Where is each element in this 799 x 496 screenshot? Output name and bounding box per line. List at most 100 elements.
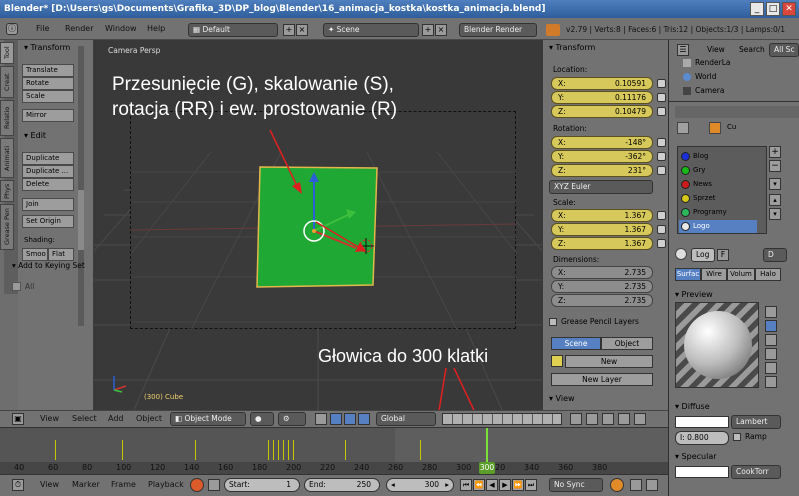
scene-selector[interactable]: ✦ Scene [323, 23, 419, 37]
material-link-selector[interactable]: D [763, 248, 787, 262]
mirror-button[interactable]: Mirror [22, 109, 74, 122]
diffuse-intensity-field[interactable]: I: 0.800 [675, 431, 729, 445]
specular-panel-header[interactable]: ▾ Specular [675, 452, 717, 461]
tab-create[interactable]: Creat [0, 66, 14, 98]
material-name-field[interactable]: Log [691, 248, 715, 262]
render-engine-selector[interactable]: Blender Render [459, 23, 537, 37]
join-button[interactable]: Join [22, 198, 74, 211]
properties-context-tabs[interactable] [675, 106, 799, 118]
preview-panel-header[interactable]: ▾ Preview [675, 290, 713, 299]
next-keyframe-icon[interactable]: ⏩ [512, 479, 524, 491]
outliner-display-mode[interactable]: All Sc [769, 43, 799, 57]
mode-selector[interactable]: ◧ Object Mode [170, 412, 246, 426]
move-up-icon[interactable]: ▴ [769, 194, 781, 206]
view-panel-header[interactable]: ▾ View [549, 394, 575, 403]
play-reverse-icon[interactable]: ◀ [486, 479, 498, 491]
material-sphere-icon[interactable] [675, 248, 687, 260]
material-slot-sprzet[interactable]: Sprzet [679, 192, 757, 205]
maximize-button[interactable]: □ [766, 2, 780, 16]
rotation-x-field[interactable]: X: -148° [551, 136, 653, 149]
manipulator-toggle-icon[interactable] [315, 413, 327, 425]
playhead-line[interactable] [486, 428, 488, 462]
outliner-editor-icon[interactable]: ☰ [677, 44, 689, 56]
shade-flat-button[interactable]: Flat [48, 248, 74, 261]
location-z-field[interactable]: Z: 0.10479 [551, 105, 653, 118]
lock-scale-x-icon[interactable] [657, 211, 666, 220]
set-origin-button[interactable]: Set Origin [22, 215, 74, 228]
keying-set-panel-header[interactable]: ▾ Add to Keying Set [12, 261, 85, 270]
play-icon[interactable]: ▶ [499, 479, 511, 491]
preview-monkey-icon[interactable] [765, 348, 777, 360]
scale-y-field[interactable]: Y: 1.367 [551, 223, 653, 236]
location-x-field[interactable]: X: 0.10591 [551, 77, 653, 90]
material-slot-news[interactable]: News [679, 178, 757, 191]
start-frame-field[interactable]: Start: 1 [224, 478, 300, 492]
translate-button[interactable]: Translate [22, 64, 74, 77]
auto-keying-icon[interactable] [610, 478, 624, 492]
preview-range-icon[interactable] [208, 479, 220, 491]
lock-location-x-icon[interactable] [657, 79, 666, 88]
rotation-z-field[interactable]: Z: 231° [551, 164, 653, 177]
outliner-item-renderlayers[interactable]: RenderLa [695, 58, 730, 67]
minimize-button[interactable]: _ [750, 2, 764, 16]
outliner-search-menu[interactable]: Search [739, 45, 765, 54]
end-frame-field[interactable]: End: 250 [304, 478, 380, 492]
rotate-manipulator-icon[interactable] [344, 413, 356, 425]
outliner-item-world[interactable]: World [695, 72, 717, 81]
new-grease-pencil-button[interactable]: New [565, 355, 653, 368]
outliner-item-camera[interactable]: Camera [695, 86, 724, 95]
rotation-y-field[interactable]: Y: -362° [551, 150, 653, 163]
chevron-left-icon[interactable]: ◂ [391, 479, 395, 491]
cube-object[interactable] [240, 150, 390, 300]
transform-panel-header[interactable]: ▾ Transform [24, 43, 70, 52]
location-y-field[interactable]: Y: 0.11176 [551, 91, 653, 104]
new-layer-button[interactable]: New Layer [551, 373, 653, 386]
timeline-editor-icon[interactable]: ⏱ [12, 479, 24, 491]
menu-render[interactable]: Render [65, 24, 93, 33]
timeline-menu-view[interactable]: View [40, 480, 59, 489]
current-frame-marker[interactable]: 300 [479, 462, 495, 474]
diffuse-color-swatch[interactable] [675, 416, 729, 428]
tab-physics[interactable]: Phys [0, 180, 14, 202]
specular-color-swatch[interactable] [675, 466, 729, 478]
duplicate-button[interactable]: Duplicate [22, 152, 74, 165]
dimension-x-field[interactable]: X: 2.735 [551, 266, 653, 279]
render-animation-icon[interactable] [634, 413, 646, 425]
outliner-view-menu[interactable]: View [707, 45, 725, 54]
proportional-edit-icon[interactable] [586, 413, 598, 425]
lock-rotation-x-icon[interactable] [657, 138, 666, 147]
tab-halo[interactable]: Halo [755, 268, 781, 281]
ramp-checkbox[interactable] [733, 433, 741, 441]
dimension-z-field[interactable]: Z: 2.735 [551, 294, 653, 307]
jump-end-icon[interactable]: ⏭ [525, 479, 537, 491]
dimension-y-field[interactable]: Y: 2.735 [551, 280, 653, 293]
layout-selector[interactable]: ▦ Default [188, 23, 278, 37]
close-button[interactable]: ✕ [782, 2, 796, 16]
keying-set-icon[interactable] [630, 479, 642, 491]
pencil-icon[interactable] [551, 355, 563, 367]
jump-start-icon[interactable]: ⏮ [460, 479, 472, 491]
3d-view-menu-select[interactable]: Select [72, 414, 97, 423]
tab-grease-pencil[interactable]: Grease Pen [0, 204, 14, 250]
snap-icon[interactable] [602, 413, 614, 425]
chevron-down-icon[interactable]: ▾ [769, 178, 781, 190]
scale-z-field[interactable]: Z: 1.367 [551, 237, 653, 250]
duplicate-linked-button[interactable]: Duplicate ... [22, 165, 74, 178]
preview-sphere-icon[interactable] [765, 320, 777, 332]
all-checkbox[interactable] [12, 282, 21, 291]
diffuse-panel-header[interactable]: ▾ Diffuse [675, 402, 710, 411]
scale-x-field[interactable]: X: 1.367 [551, 209, 653, 222]
edit-panel-header[interactable]: ▾ Edit [24, 131, 46, 140]
lock-location-y-icon[interactable] [657, 93, 666, 102]
scale-button[interactable]: Scale [22, 90, 74, 103]
timeline-menu-marker[interactable]: Marker [72, 480, 100, 489]
lock-rotation-y-icon[interactable] [657, 152, 666, 161]
pivot-selector[interactable]: ⚙ [278, 412, 306, 426]
lock-scale-y-icon[interactable] [657, 225, 666, 234]
material-slot-gry[interactable]: Gry [679, 164, 757, 177]
tab-grease-scene[interactable]: Scene [551, 337, 601, 350]
timeline-menu-frame[interactable]: Frame [111, 480, 136, 489]
menu-window[interactable]: Window [105, 24, 137, 33]
viewport-shading-selector[interactable]: ● [250, 412, 274, 426]
scale-manipulator-icon[interactable] [358, 413, 370, 425]
